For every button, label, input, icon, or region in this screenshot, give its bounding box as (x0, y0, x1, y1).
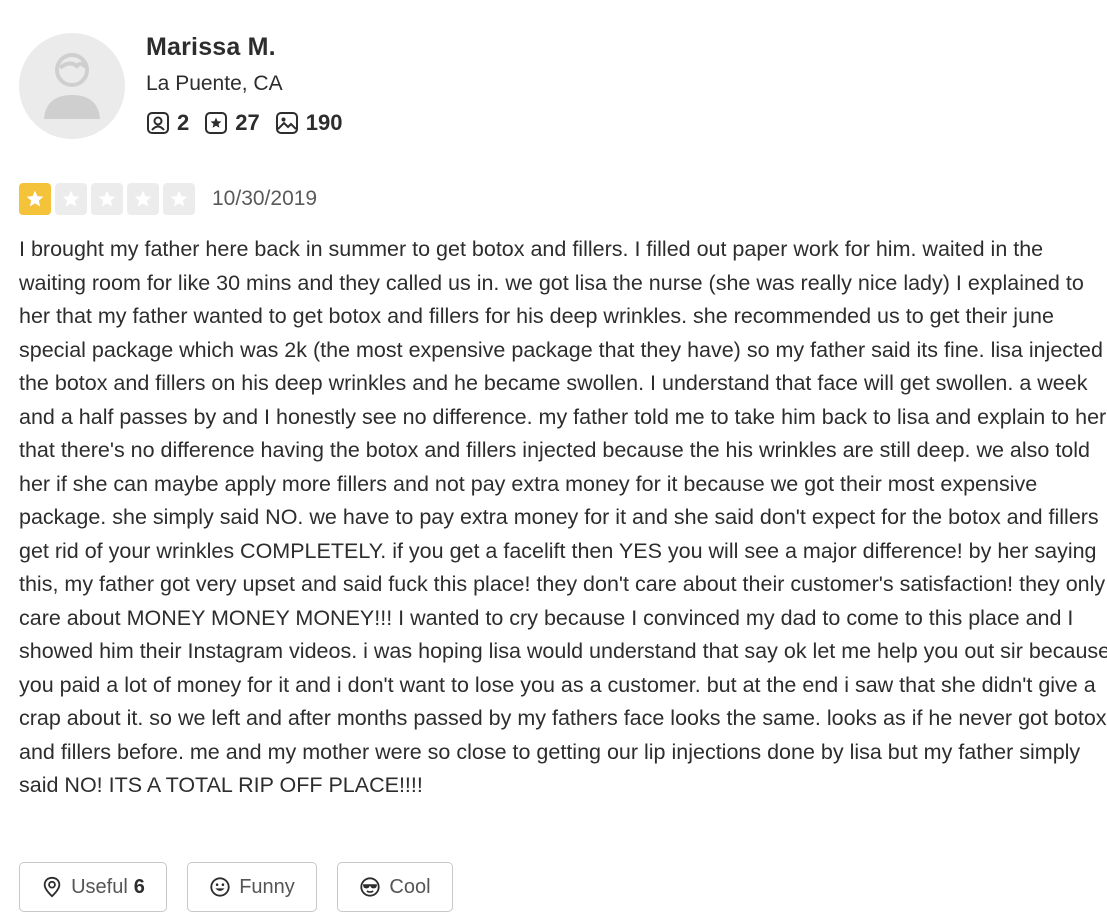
review-rating-row: 10/30/2019 (19, 183, 317, 215)
photo-icon (275, 112, 298, 134)
reviews-stat: 27 (204, 110, 260, 136)
useful-button[interactable]: Useful 6 (19, 862, 167, 912)
funny-button[interactable]: Funny (187, 862, 317, 912)
review-date: 10/30/2019 (212, 187, 318, 210)
star-icon (62, 190, 80, 207)
review-text: I brought my father here back in summer … (19, 237, 1107, 797)
rating-star (163, 183, 195, 215)
friends-count: 2 (177, 110, 190, 135)
lightbulb-icon (43, 876, 61, 898)
funny-label: Funny (239, 875, 295, 898)
rating-star (19, 183, 51, 215)
rating-star (55, 183, 87, 215)
cool-button[interactable]: Cool (337, 862, 453, 912)
review-star-icon (205, 112, 228, 134)
default-user-icon (44, 53, 100, 119)
review-reactions: Useful 6 Funny Cool (19, 862, 473, 912)
sunglasses-icon (360, 877, 381, 897)
smile-icon (210, 877, 230, 897)
user-stats: 2 27 190 (146, 110, 357, 136)
star-icon (26, 190, 44, 207)
useful-label: Useful (71, 875, 128, 898)
friends-icon (147, 112, 169, 134)
friends-stat: 2 (146, 110, 189, 136)
cool-label: Cool (389, 875, 431, 898)
useful-count: 6 (133, 875, 145, 898)
user-name[interactable]: Marissa M. (146, 33, 276, 62)
star-icon (98, 190, 116, 207)
photos-stat: 190 (275, 110, 343, 136)
rating-star (127, 183, 159, 215)
user-avatar[interactable] (19, 33, 125, 139)
star-icon (134, 190, 152, 207)
star-icon (170, 190, 188, 207)
user-location: La Puente, CA (146, 72, 283, 95)
photos-count: 190 (305, 110, 343, 135)
reviews-count: 27 (235, 110, 260, 135)
rating-star (91, 183, 123, 215)
